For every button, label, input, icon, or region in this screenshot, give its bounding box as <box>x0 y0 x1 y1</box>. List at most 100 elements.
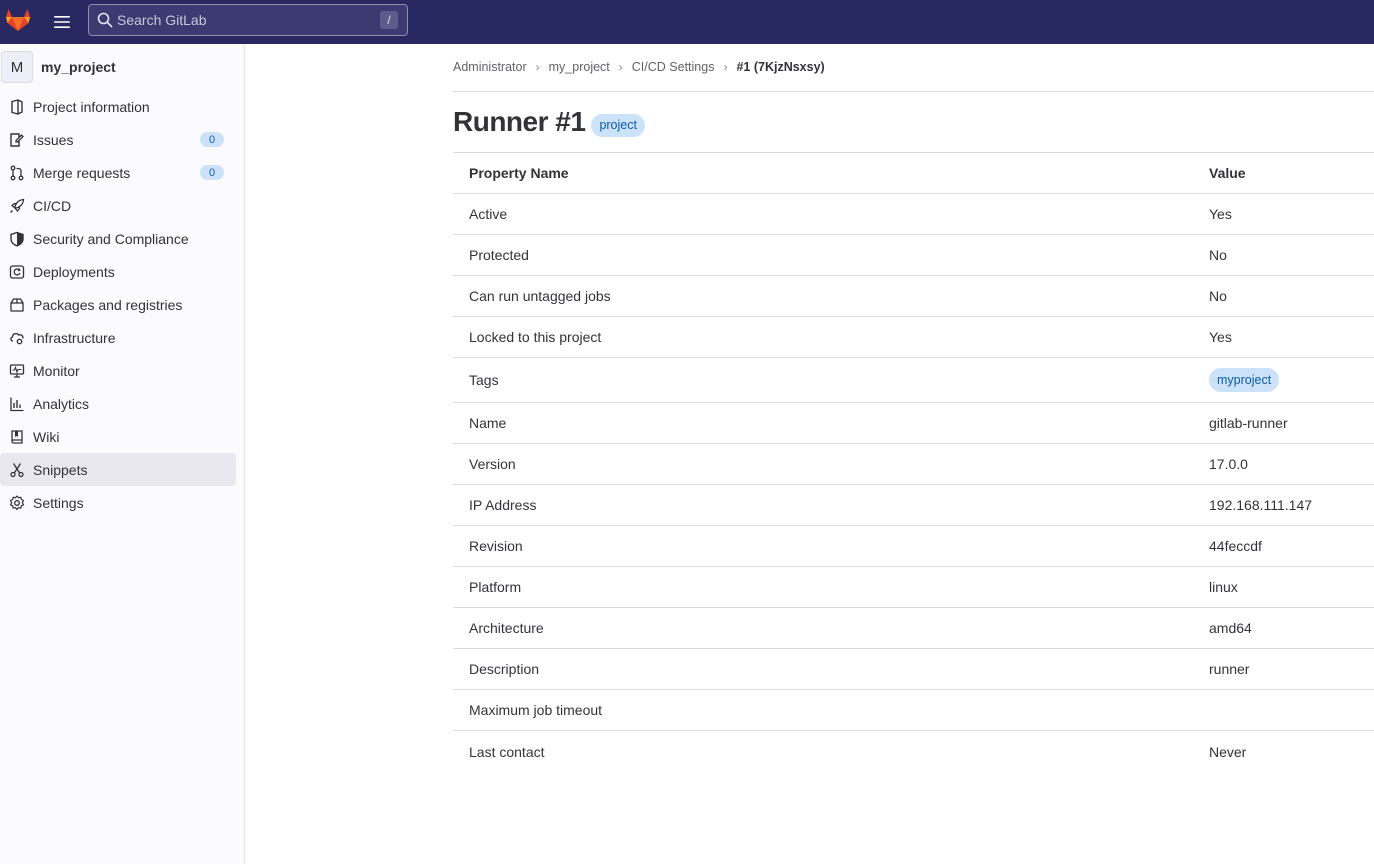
shield-icon <box>9 231 25 247</box>
sidebar-item-ci-cd[interactable]: CI/CD <box>0 189 236 222</box>
sidebar-item-analytics[interactable]: Analytics <box>0 387 236 420</box>
merge-requests-count-badge: 0 <box>200 165 224 180</box>
property-value: 44feccdf <box>1209 538 1262 554</box>
table-row: IP Address 192.168.111.147 <box>453 485 1374 526</box>
search-box[interactable]: / <box>88 4 408 36</box>
sidebar-item-project-information[interactable]: Project information <box>0 90 236 123</box>
property-name: Active <box>469 206 508 222</box>
sidebar-item-issues[interactable]: Issues 0 <box>0 123 236 156</box>
property-name: Can run untagged jobs <box>469 288 611 304</box>
breadcrumb: Administrator › my_project › CI/CD Setti… <box>453 60 825 74</box>
sidebar-item-label: Issues <box>33 131 74 148</box>
sidebar-item-snippets[interactable]: Snippets <box>0 453 236 486</box>
sidebar-item-merge-requests[interactable]: Merge requests 0 <box>0 156 236 189</box>
sidebar-item-packages-and-registries[interactable]: Packages and registries <box>0 288 236 321</box>
breadcrumb-current-runner[interactable]: #1 (7KjzNsxsy) <box>736 60 824 74</box>
table-row: Tags myproject <box>453 358 1374 403</box>
property-name: Name <box>469 415 507 431</box>
table-row: Architecture amd64 <box>453 608 1374 649</box>
merge-request-icon <box>9 165 25 181</box>
table-row: Name gitlab-runner <box>453 403 1374 444</box>
sidebar-item-wiki[interactable]: Wiki <box>0 420 236 453</box>
chevron-right-icon: › <box>618 60 623 74</box>
property-name: Revision <box>469 538 523 554</box>
top-bar: / <box>0 0 1374 44</box>
project-avatar: M <box>1 51 33 83</box>
property-value: linux <box>1209 579 1238 595</box>
breadcrumb-ci-cd-settings[interactable]: CI/CD Settings <box>632 60 715 74</box>
sidebar-item-monitor[interactable]: Monitor <box>0 354 236 387</box>
deployments-icon <box>9 264 25 280</box>
sidebar-nav: Project information Issues 0 Merge reque… <box>0 90 244 519</box>
property-name: Maximum job timeout <box>469 702 603 718</box>
property-value: Yes <box>1209 206 1232 222</box>
sidebar-item-label: Merge requests <box>33 164 131 181</box>
sidebar-item-deployments[interactable]: Deployments <box>0 255 236 288</box>
table-header-row: Property Name Value <box>453 153 1374 194</box>
issues-count-badge: 0 <box>200 132 224 147</box>
property-value: Yes <box>1209 329 1232 345</box>
package-icon <box>9 297 25 313</box>
sidebar-item-label: Snippets <box>33 461 88 478</box>
property-name: Version <box>469 456 516 472</box>
property-value: 17.0.0 <box>1209 456 1248 472</box>
settings-icon <box>9 494 25 511</box>
sidebar-item-label: Monitor <box>33 362 80 379</box>
property-name: Architecture <box>469 620 544 636</box>
runner-type-badge: project <box>591 113 645 137</box>
table-row: Version 17.0.0 <box>453 444 1374 485</box>
property-value: runner <box>1209 661 1250 677</box>
table-row: Description runner <box>453 649 1374 690</box>
column-header-property-name: Property Name <box>469 165 569 181</box>
cloud-gear-icon <box>9 330 25 346</box>
table-row: Maximum job timeout <box>453 690 1374 731</box>
title-row: Runner #1 project <box>453 106 645 138</box>
hamburger-menu-icon[interactable] <box>50 10 74 34</box>
sidebar-item-security-and-compliance[interactable]: Security and Compliance <box>0 222 236 255</box>
chevron-right-icon: › <box>535 60 540 74</box>
sidebar-item-infrastructure[interactable]: Infrastructure <box>0 321 236 354</box>
project-name: my_project <box>41 59 116 75</box>
sidebar-item-label: Security and Compliance <box>33 230 189 247</box>
property-value: No <box>1209 288 1227 304</box>
page-title: Runner #1 <box>453 106 586 137</box>
rocket-icon <box>9 198 25 214</box>
chart-icon <box>9 396 25 412</box>
sidebar-item-label: Packages and registries <box>33 296 183 313</box>
sidebar-item-label: Project information <box>33 98 150 115</box>
runner-tag-badge: myproject <box>1209 368 1280 392</box>
book-icon <box>9 429 25 445</box>
table-row: Revision 44feccdf <box>453 526 1374 567</box>
chevron-right-icon: › <box>723 60 728 74</box>
property-value: 192.168.111.147 <box>1209 497 1313 513</box>
gitlab-logo-icon[interactable] <box>4 6 32 34</box>
sidebar-item-label: Wiki <box>33 428 60 445</box>
table-row: Protected No <box>453 235 1374 276</box>
search-input[interactable] <box>117 12 367 28</box>
property-value: No <box>1209 247 1227 263</box>
sidebar-item-label: CI/CD <box>33 197 72 214</box>
property-name: Last contact <box>469 743 545 760</box>
search-icon <box>97 12 113 28</box>
table-row: Platform linux <box>453 567 1374 608</box>
breadcrumb-project[interactable]: my_project <box>549 60 610 74</box>
breadcrumb-administrator[interactable]: Administrator <box>453 60 527 74</box>
property-name: Protected <box>469 247 529 263</box>
property-name: Locked to this project <box>469 329 602 345</box>
divider <box>453 91 1374 92</box>
property-value: Never <box>1209 743 1247 760</box>
sidebar-item-settings[interactable]: Settings <box>0 486 236 519</box>
project-icon <box>9 98 25 115</box>
sidebar-item-label: Settings <box>33 494 84 511</box>
column-header-value: Value <box>1209 165 1246 181</box>
table-row: Last contact Never <box>453 731 1374 772</box>
table-row: Active Yes <box>453 194 1374 235</box>
snippet-icon <box>9 462 25 478</box>
table-row: Locked to this project Yes <box>453 317 1374 358</box>
property-value: gitlab-runner <box>1209 415 1288 431</box>
property-name: Tags <box>469 372 499 388</box>
sidebar-item-label: Infrastructure <box>33 329 116 346</box>
sidebar-item-label: Deployments <box>33 263 115 280</box>
project-header-link[interactable]: M my_project <box>0 50 244 84</box>
monitor-icon <box>9 363 25 379</box>
